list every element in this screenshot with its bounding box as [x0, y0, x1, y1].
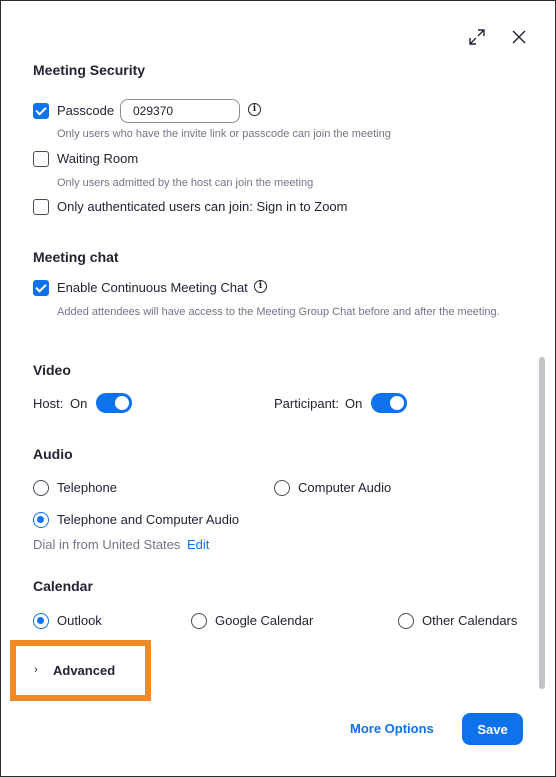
- audio-telephone-label: Telephone: [57, 480, 117, 495]
- scrollbar-thumb[interactable]: [539, 357, 545, 689]
- chevron-right-icon[interactable]: ›: [34, 664, 38, 676]
- participant-video-state: On: [345, 396, 363, 411]
- continuous-chat-info-icon[interactable]: i: [254, 280, 267, 293]
- audio-computer-label: Computer Audio: [298, 480, 392, 495]
- audio-title: Audio: [33, 446, 73, 462]
- audio-both-radio[interactable]: [33, 512, 49, 528]
- advanced-toggle[interactable]: Advanced: [53, 663, 115, 678]
- meeting-security-title: Meeting Security: [33, 62, 146, 78]
- calendar-google-label: Google Calendar: [215, 613, 314, 628]
- dial-in-text: Dial in from United States: [33, 537, 181, 552]
- meeting-chat-title: Meeting chat: [33, 249, 119, 265]
- waiting-room-hint: Only users admitted by the host can join…: [57, 177, 314, 189]
- expand-icon[interactable]: [466, 26, 488, 48]
- close-icon[interactable]: [508, 26, 530, 48]
- continuous-chat-hint: Added attendees will have access to the …: [57, 306, 500, 318]
- audio-telephone-radio[interactable]: [33, 480, 49, 496]
- passcode-input[interactable]: 029370: [120, 99, 240, 123]
- continuous-chat-label: Enable Continuous Meeting Chat: [57, 280, 248, 295]
- save-button[interactable]: Save: [462, 713, 523, 745]
- passcode-info-icon[interactable]: i: [248, 103, 261, 116]
- dial-in-edit-link[interactable]: Edit: [187, 537, 209, 552]
- passcode-hint: Only users who have the invite link or p…: [57, 128, 391, 140]
- passcode-label: Passcode: [57, 103, 115, 118]
- passcode-checkbox[interactable]: [33, 103, 49, 119]
- participant-video-toggle[interactable]: [371, 393, 407, 413]
- host-video-state: On: [70, 396, 88, 411]
- host-video-toggle[interactable]: [96, 393, 132, 413]
- calendar-other-radio[interactable]: [398, 613, 414, 629]
- calendar-google-radio[interactable]: [191, 613, 207, 629]
- audio-both-label: Telephone and Computer Audio: [57, 512, 240, 527]
- calendar-title: Calendar: [33, 578, 93, 594]
- audio-computer-radio[interactable]: [274, 480, 290, 496]
- more-options-link[interactable]: More Options: [350, 721, 434, 736]
- authenticated-users-label: Only authenticated users can join: Sign …: [57, 199, 348, 214]
- participant-video-label: Participant:: [274, 396, 340, 411]
- waiting-room-label: Waiting Room: [57, 151, 139, 166]
- host-video-label: Host:: [33, 396, 64, 411]
- continuous-chat-checkbox[interactable]: [33, 280, 49, 296]
- waiting-room-checkbox[interactable]: [33, 151, 49, 167]
- video-title: Video: [33, 362, 71, 378]
- authenticated-users-checkbox[interactable]: [33, 199, 49, 215]
- calendar-other-label: Other Calendars: [422, 613, 518, 628]
- calendar-outlook-radio[interactable]: [33, 613, 49, 629]
- schedule-settings-window: Meeting Security Passcode 029370 i Only …: [0, 0, 556, 777]
- calendar-outlook-label: Outlook: [57, 613, 102, 628]
